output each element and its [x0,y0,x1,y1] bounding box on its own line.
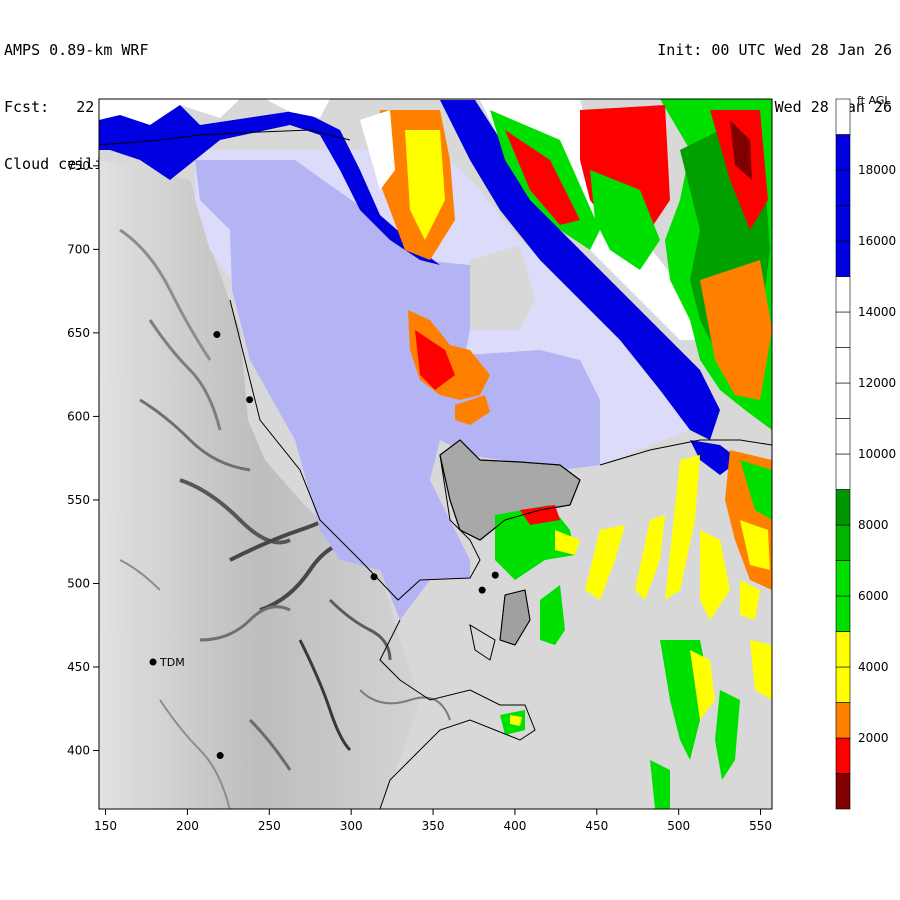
colorbar-tick-label: 6000 [858,589,889,603]
colorbar-bin [835,240,851,277]
station-label: TDM [159,656,185,669]
x-tick-label: 550 [749,819,772,833]
y-tick-label: 700 [67,242,90,256]
colorbar-bin [835,453,851,490]
x-tick-label: 150 [94,819,117,833]
map-area: TDM [99,99,772,809]
colorbar-bin [835,631,851,668]
x-tick-label: 250 [258,819,281,833]
x-tick-label: 450 [585,819,608,833]
colorbar-bin [835,489,851,526]
colorbar-tick-label: 8000 [858,518,889,532]
station-marker [491,571,499,579]
colorbar-bin [835,595,851,632]
colorbar-tick-label: 10000 [858,447,896,461]
colorbar-unit-label: ft AGL [857,94,891,107]
colorbar-tick-label: 18000 [858,163,896,177]
map-figure: TDM 150 200 250 300 350 400 450 500 550 400 450 50… [67,94,896,833]
station-marker [216,752,224,760]
x-tick-label: 500 [667,819,690,833]
colorbar-bin [835,382,851,419]
colorbar-bin [835,737,851,774]
station-marker [246,396,254,404]
y-tick-label: 500 [67,576,90,590]
colorbar-bin [835,98,851,135]
y-tick-label: 600 [67,409,90,423]
colorbar-bin [835,773,851,810]
colorbar-tick-label: 2000 [858,731,889,745]
y-axis: 400 450 500 550 600 650 700 750 [67,159,99,758]
station-marker [370,573,378,581]
x-axis: 150 200 250 300 350 400 450 500 550 [94,809,772,833]
x-tick-label: 300 [340,819,363,833]
y-tick-label: 550 [67,493,90,507]
y-tick-label: 400 [67,744,90,758]
colorbar-bin [835,311,851,348]
x-tick-label: 400 [503,819,526,833]
colorbar-bin [835,418,851,455]
colorbar-bin [835,134,851,171]
colorbar: 2000 4000 6000 8000 10000 12000 14000 16000 1800… [835,94,896,810]
y-tick-label: 650 [67,326,90,340]
colorbar-bin [835,666,851,703]
station-marker [213,331,221,339]
x-tick-label: 200 [176,819,199,833]
y-tick-label: 750 [67,159,90,173]
colorbar-tick-label: 4000 [858,660,889,674]
y-tick-label: 450 [67,660,90,674]
station-marker [478,586,486,594]
colorbar-bin [835,205,851,242]
colorbar-bin [835,276,851,313]
colorbar-tick-label: 12000 [858,376,896,390]
colorbar-bin [835,524,851,561]
colorbar-bin [835,169,851,206]
x-tick-label: 350 [422,819,445,833]
colorbar-bin [835,560,851,597]
colorbar-bin [835,347,851,384]
station-marker [149,658,157,666]
colorbar-tick-label: 14000 [858,305,896,319]
colorbar-bin [835,702,851,739]
colorbar-tick-label: 16000 [858,234,896,248]
